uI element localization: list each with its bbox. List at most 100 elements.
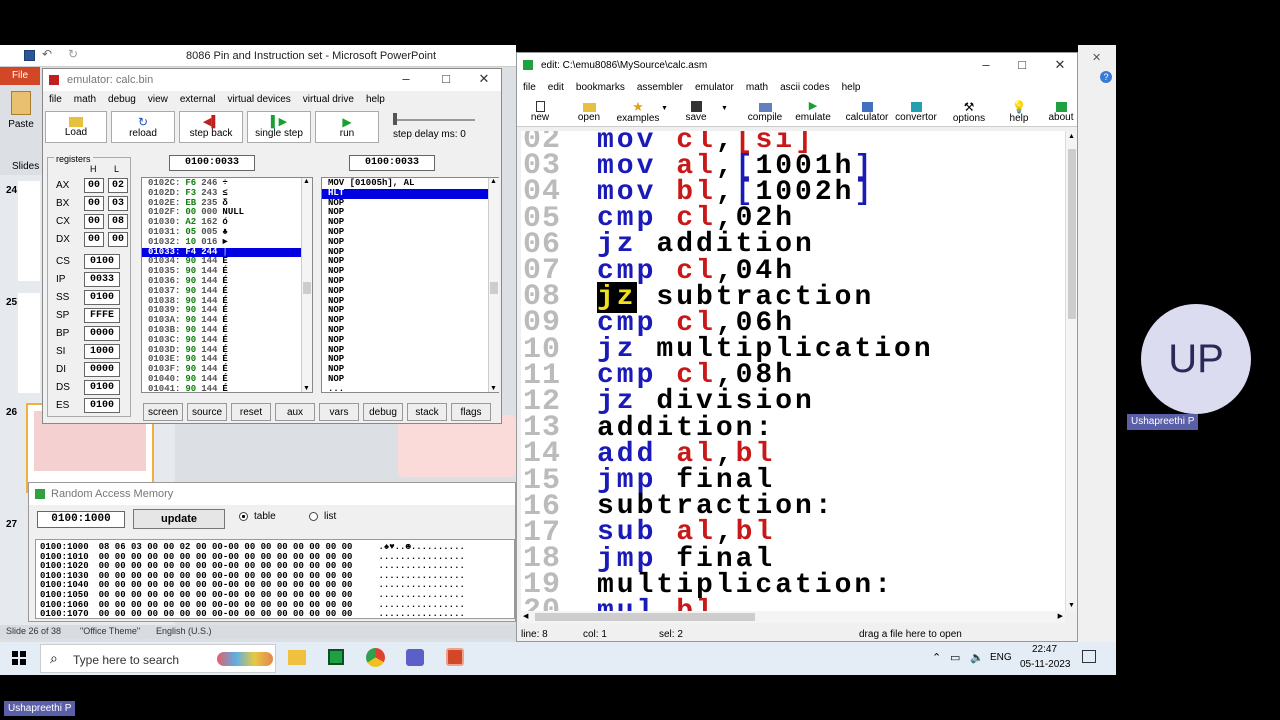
disasm-row[interactable]: NOP [322,217,498,228]
emulate-button[interactable]: ▶ emulate [791,97,835,127]
help-icon[interactable]: ? [1100,71,1112,83]
menu-virtual-drive[interactable]: virtual drive [303,94,354,105]
code-line[interactable]: 04 mov bl,[1002h] [521,175,1067,209]
menu-ascii-codes[interactable]: ascii codes [780,82,829,93]
teams-icon[interactable] [406,649,424,666]
register-low-byte[interactable]: 03 [108,195,128,211]
screen-button[interactable]: screen [143,403,183,421]
disasm-row[interactable]: NOP [322,374,498,385]
disassembly-listbox[interactable]: MOV [01005h], AL HLT NOP NOP NOP NOP NOP NOP NOP… [321,177,499,393]
code-line[interactable]: 11 cmp cl,08h [521,359,1067,393]
code-line[interactable]: 12 jz division [521,385,1067,419]
disasm-row[interactable]: NOP [322,345,498,356]
clock-date[interactable]: 05-11-2023 [1020,659,1070,670]
reload-button[interactable]: ↻ reload [111,111,175,143]
disasm-row[interactable]: NOP [322,257,498,267]
register-value[interactable]: 0100 [84,397,120,413]
register-value[interactable]: 1000 [84,343,120,359]
language-indicator[interactable]: ENG [990,652,1012,663]
scroll-down-icon[interactable]: ▼ [303,385,310,392]
file-explorer-icon[interactable] [288,650,306,665]
memory-row[interactable]: 01041: 90 144 É [142,384,312,392]
ram-address-field[interactable]: 0100:1000 [37,511,125,528]
register-value[interactable]: FFFE [84,307,120,323]
close-icon[interactable]: ✕ [469,69,499,89]
register-value[interactable]: 0000 [84,361,120,377]
code-line[interactable]: 16 subtraction: [521,490,1067,524]
disasm-row[interactable]: NOP [322,266,498,277]
editor-vertical-scrollbar[interactable]: ▲ ▼ [1065,131,1077,611]
register-low-byte[interactable]: 00 [108,231,128,247]
menu-edit[interactable]: edit [548,82,564,93]
disasm-address-field[interactable]: 0100:0033 [349,155,435,171]
chrome-icon[interactable] [366,648,385,667]
new-button[interactable]: new [523,97,557,127]
scroll-left-icon[interactable]: ◀ [523,612,528,620]
code-line[interactable]: 03 mov al,[1001h] [521,149,1067,183]
disasm-row[interactable]: NOP [322,335,498,346]
menu-math[interactable]: math [74,94,96,105]
save-dropdown-icon[interactable]: ▼ [721,105,728,112]
save-icon[interactable] [24,50,35,61]
disasm-row[interactable]: NOP [322,198,498,209]
code-line[interactable]: 10 jz multiplication [521,333,1067,367]
update-button[interactable]: update [133,509,225,529]
menu-math[interactable]: math [746,82,768,93]
minimize-icon[interactable]: – [971,55,1001,75]
flags-button[interactable]: flags [451,403,491,421]
register-high-byte[interactable]: 00 [84,195,104,211]
scroll-down-icon[interactable]: ▼ [490,385,497,392]
run-button[interactable]: ▶ run [315,111,379,143]
close-icon[interactable]: ✕ [1045,55,1075,75]
code-line[interactable]: 06 jz addition [521,228,1067,262]
source-button[interactable]: source [187,403,227,421]
disasm-row[interactable]: NOP [322,208,498,218]
network-icon[interactable]: ▭ [950,651,960,664]
ram-table[interactable]: 0100:1000 08 06 03 00 00 02 00 00-00 00 0… [35,539,515,619]
code-line[interactable]: 09 cmp cl,06h [521,306,1067,340]
save-button[interactable]: save [681,97,711,127]
register-value[interactable]: 0000 [84,325,120,341]
code-address-field[interactable]: 0100:0033 [169,155,255,171]
code-line[interactable]: 13 addition: [521,411,1067,445]
register-low-byte[interactable]: 08 [108,213,128,229]
register-high-byte[interactable]: 00 [84,213,104,229]
menu-view[interactable]: view [148,94,168,105]
disasm-row[interactable]: NOP [322,364,498,375]
maximize-icon[interactable]: □ [431,69,461,89]
disasm-row[interactable]: NOP [322,276,498,287]
code-line[interactable]: 05 cmp cl,02h [521,202,1067,236]
volume-icon[interactable]: 🔈 [970,651,984,664]
register-value[interactable]: 0033 [84,271,120,287]
windows-start-icon[interactable] [12,651,26,665]
code-line[interactable]: 14 add al,bl [521,437,1067,471]
code-line[interactable]: 19 multiplication: [521,568,1067,602]
menu-file[interactable]: file [49,94,62,105]
disasm-row[interactable]: NOP [322,296,498,307]
memory-scrollbar[interactable]: ▲ ▼ [301,178,312,392]
calculator-button[interactable]: calculator [843,97,891,127]
register-value[interactable]: 0100 [84,289,120,305]
slider-thumb[interactable] [393,113,397,125]
step-back-button[interactable]: ◀▌ step back [179,111,243,143]
single-step-button[interactable]: ▌▶ single step [247,111,311,143]
menu-file[interactable]: file [523,82,536,93]
open-button[interactable]: open [571,97,607,127]
code-line[interactable]: 18 jmp final [521,542,1067,576]
code-line[interactable]: 17 sub al,bl [521,516,1067,550]
code-line[interactable]: 07 cmp cl,04h [521,254,1067,288]
disasm-row[interactable]: ... [322,384,498,392]
register-high-byte[interactable]: 00 [84,177,104,193]
menu-help[interactable]: help [366,94,385,105]
options-button[interactable]: ⚒ options [949,97,989,127]
help-button[interactable]: 💡 help [1001,97,1037,127]
editor-horizontal-scrollbar[interactable]: ◀ ▶ [521,611,1065,623]
slides-tab[interactable]: Slides [12,161,39,172]
table-radio[interactable]: table [239,511,276,522]
step-delay-slider[interactable]: step delay ms: 0 [391,111,481,143]
convertor-button[interactable]: convertor [893,97,939,127]
notification-icon[interactable] [1082,650,1096,663]
disasm-row[interactable]: NOP [322,355,498,365]
powerpoint-taskbar-icon[interactable] [446,648,464,666]
examples-dropdown-icon[interactable]: ▼ [661,105,668,112]
